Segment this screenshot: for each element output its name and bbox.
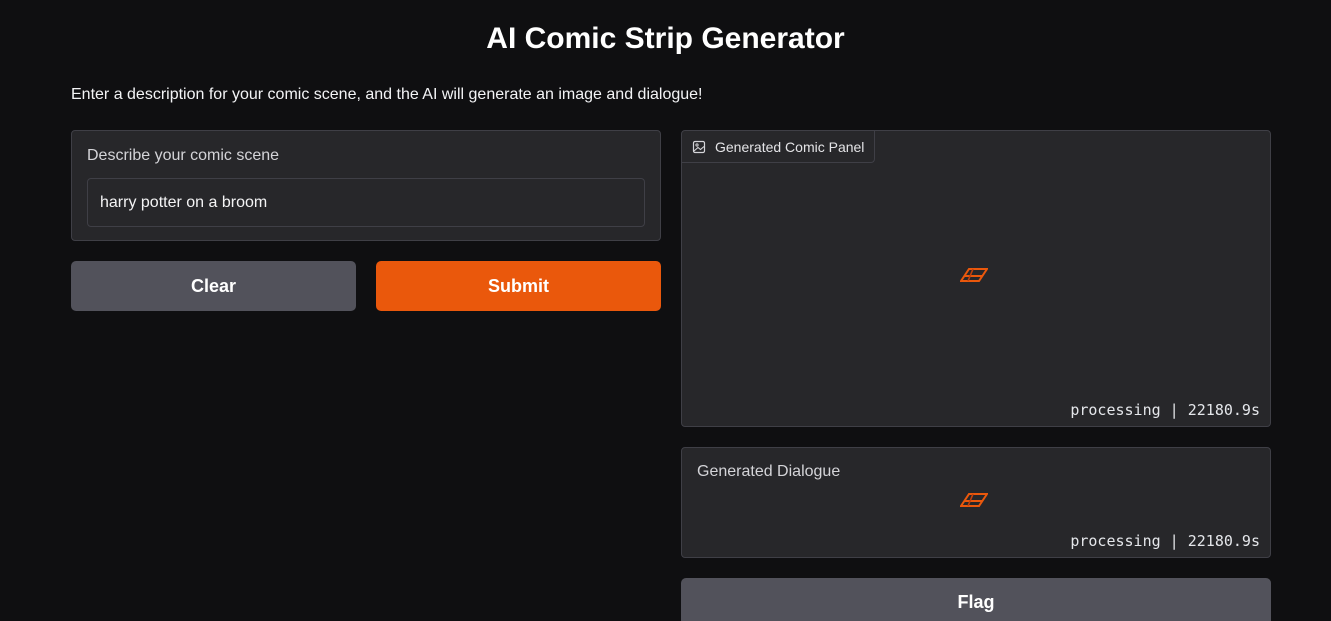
- submit-button[interactable]: Submit: [376, 261, 661, 311]
- image-icon: [692, 140, 706, 153]
- comic-panel-status: processing | 22180.9s: [1070, 401, 1260, 419]
- comic-panel-label-tab: Generated Comic Panel: [682, 131, 876, 163]
- page-title: AI Comic Strip Generator: [486, 22, 845, 55]
- scene-input-label: Describe your comic scene: [87, 147, 280, 164]
- comic-panel-label: Generated Comic Panel: [715, 138, 865, 155]
- scene-description-input[interactable]: [87, 178, 645, 227]
- dialogue-output: Generated Dialogue processing | 22180.9s: [681, 447, 1271, 558]
- comic-panel-output: Generated Comic Panel processing | 22180…: [681, 130, 1271, 427]
- dialogue-status: processing | 22180.9s: [1070, 532, 1260, 550]
- loading-spinner-icon: [960, 493, 988, 507]
- dialogue-label: Generated Dialogue: [697, 463, 841, 480]
- page-description: Enter a description for your comic scene…: [71, 86, 703, 103]
- loading-spinner-icon: [960, 268, 988, 282]
- clear-button[interactable]: Clear: [71, 261, 356, 311]
- scene-input-block: Describe your comic scene: [71, 130, 661, 241]
- flag-button[interactable]: Flag: [681, 578, 1271, 621]
- app-page: AI Comic Strip Generator Enter a descrip…: [0, 0, 1331, 621]
